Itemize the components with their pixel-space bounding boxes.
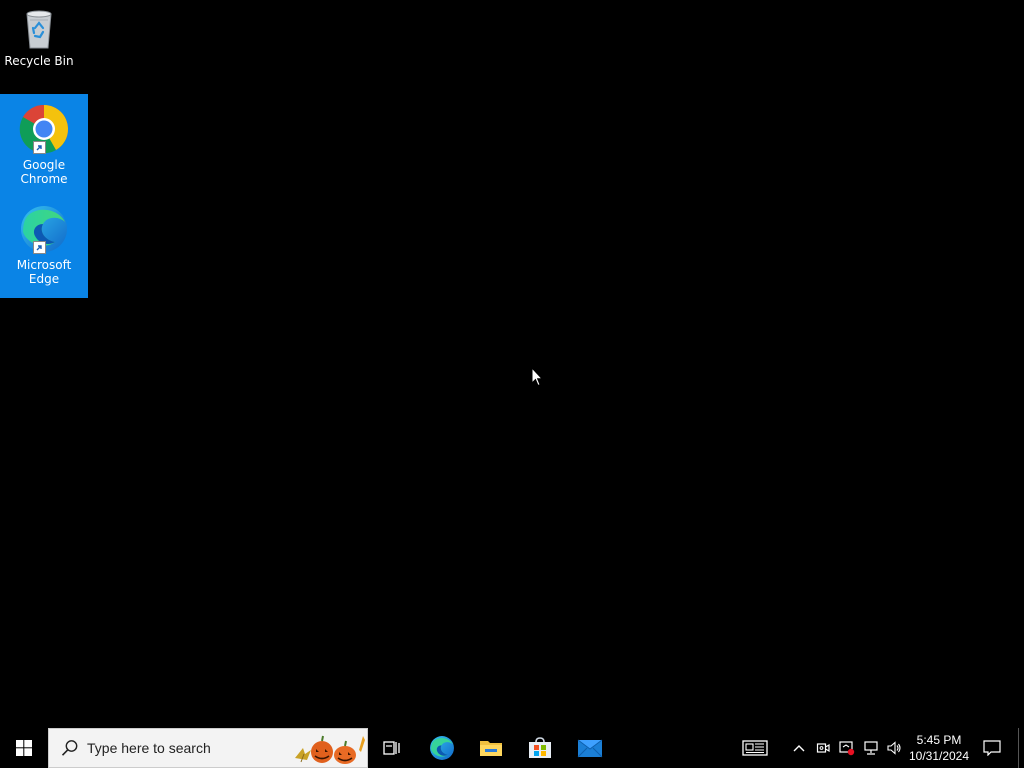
shortcut-arrow-icon: [33, 141, 46, 154]
desktop[interactable]: Recycle Bin Google Chrome Microsoft Edge: [0, 0, 1024, 728]
notification-icon: [983, 740, 1001, 756]
taskbar-app-file-explorer[interactable]: [467, 728, 515, 768]
search-box[interactable]: Type here to search: [48, 728, 368, 768]
tray-network[interactable]: [860, 728, 882, 768]
store-icon: [529, 737, 551, 758]
halloween-pumpkins-icon: [295, 735, 365, 764]
recycle-bin-icon: [26, 10, 52, 49]
clock[interactable]: 5:45 PM 10/31/2024: [905, 730, 973, 766]
tray-meet-now[interactable]: [812, 728, 834, 768]
folder-icon: [480, 741, 502, 756]
show-desktop-button[interactable]: [1018, 728, 1019, 768]
tray-volume[interactable]: [883, 728, 905, 768]
desktop-icon-recycle-bin[interactable]: Recycle Bin: [0, 6, 78, 76]
search-icon: [61, 740, 78, 756]
mail-icon: [577, 739, 603, 758]
clock-time: 5:45 PM: [916, 733, 962, 747]
taskbar-app-mail[interactable]: [566, 728, 614, 768]
desktop-icon-google-chrome[interactable]: Google Chrome: [0, 94, 88, 196]
desktop-icon-label: Recycle Bin: [4, 54, 74, 68]
network-icon: [864, 741, 878, 755]
tray-security[interactable]: [836, 728, 858, 768]
news-widget-button[interactable]: [738, 728, 772, 768]
desktop-icon-label: Microsoft Edge: [16, 258, 72, 286]
taskbar-app-store[interactable]: [516, 728, 564, 768]
windows-logo-icon: [16, 740, 32, 756]
mouse-cursor-icon: [531, 367, 543, 387]
chevron-up-icon: [793, 745, 805, 752]
action-center-button[interactable]: [978, 728, 1006, 768]
task-view-button[interactable]: [368, 728, 416, 768]
security-alert-icon: [839, 741, 855, 756]
volume-icon: [887, 741, 901, 755]
taskbar-app-edge[interactable]: [418, 728, 466, 768]
news-icon: [742, 740, 768, 756]
edge-icon: [430, 736, 454, 760]
camera-icon: [816, 743, 830, 753]
task-view-icon: [383, 741, 400, 755]
start-button[interactable]: [0, 728, 48, 768]
shortcut-arrow-icon: [33, 241, 46, 254]
clock-date: 10/31/2024: [908, 749, 970, 763]
show-hidden-icons-button[interactable]: [788, 728, 810, 768]
taskbar: Type here to search 5:45 PM 10/31/2024: [0, 728, 1024, 768]
search-placeholder: Type here to search: [87, 740, 211, 756]
desktop-icon-label: Google Chrome: [20, 158, 68, 186]
desktop-icon-microsoft-edge[interactable]: Microsoft Edge: [0, 196, 88, 298]
